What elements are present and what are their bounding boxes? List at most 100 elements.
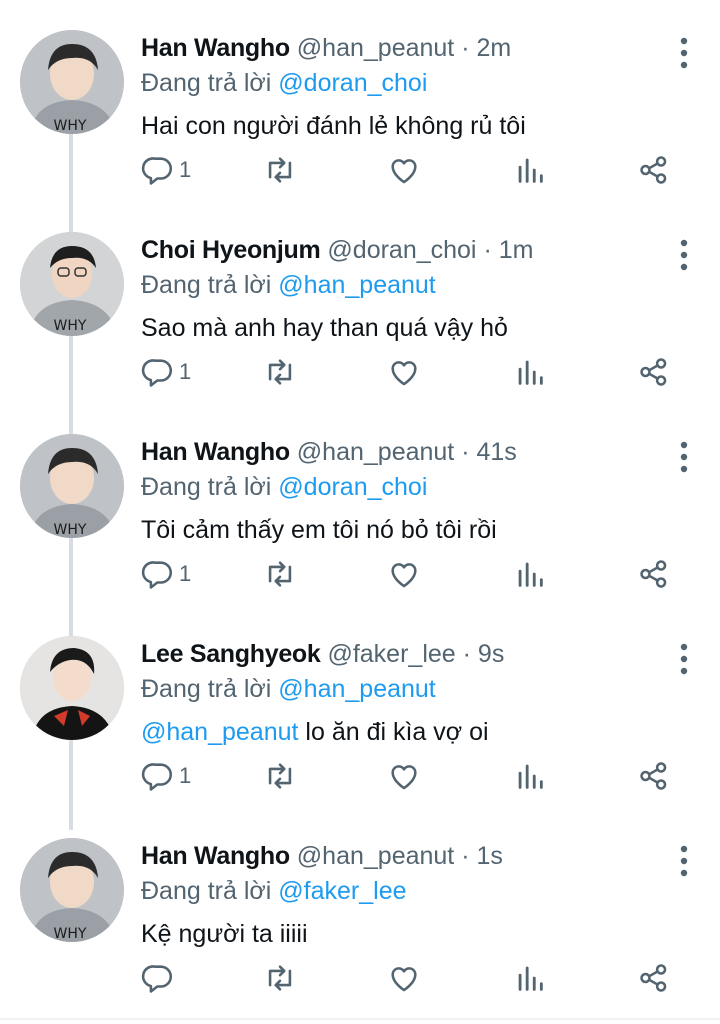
tweet-text-content: Tôi cảm thấy em tôi nó bỏ tôi rồi xyxy=(141,516,497,544)
analytics-icon xyxy=(518,966,543,991)
tweet-text: @han_peanut lo ăn đi kìa vợ oi xyxy=(141,715,660,749)
analytics-button[interactable] xyxy=(513,150,547,190)
author-handle[interactable]: @han_peanut xyxy=(297,34,454,62)
analytics-icon xyxy=(518,158,543,183)
reply-context: Đang trả lời @faker_lee xyxy=(141,874,660,908)
body-mention[interactable]: @han_peanut xyxy=(141,718,298,746)
author-handle[interactable]: @doran_choi xyxy=(327,236,476,264)
reply-button[interactable] xyxy=(141,958,179,998)
analytics-button[interactable] xyxy=(513,554,547,594)
reply-to-mention[interactable]: @doran_choi xyxy=(278,69,427,97)
tweet[interactable]: Lee Sanghyeok @faker_lee · 9s Đang trả l… xyxy=(0,606,720,808)
retweet-icon xyxy=(268,965,292,991)
avatar[interactable]: WHY xyxy=(20,30,124,134)
share-button[interactable] xyxy=(637,554,671,594)
share-button[interactable] xyxy=(637,352,671,392)
svg-text:WHY: WHY xyxy=(54,318,87,334)
reply-icon xyxy=(141,763,173,791)
reply-button[interactable]: 1 xyxy=(141,554,191,594)
share-button[interactable] xyxy=(637,150,671,190)
retweet-button[interactable] xyxy=(263,352,297,392)
share-icon xyxy=(640,964,667,992)
tweet[interactable]: WHY Choi Hyeonjum @doran_choi · 1m Đang … xyxy=(0,202,720,404)
tweet[interactable]: WHY Han Wangho @han_peanut · 2m Đang trả… xyxy=(0,0,720,202)
reply-icon xyxy=(141,157,173,185)
like-icon xyxy=(391,765,417,790)
avatar[interactable] xyxy=(20,636,124,740)
reply-to-mention[interactable]: @han_peanut xyxy=(278,271,435,299)
reply-count: 1 xyxy=(179,561,192,586)
retweet-button[interactable] xyxy=(263,554,297,594)
tweet-text: Kệ người ta iiiii xyxy=(141,917,660,951)
reply-prefix: Đang trả lời xyxy=(141,877,272,905)
avatar[interactable]: WHY xyxy=(20,838,124,942)
timestamp[interactable]: · 1m xyxy=(483,236,533,264)
reply-icon xyxy=(141,359,173,387)
avatar[interactable]: WHY xyxy=(20,434,124,538)
share-icon xyxy=(640,156,667,184)
reply-button[interactable]: 1 xyxy=(141,756,191,796)
tweet[interactable]: WHY Han Wangho @han_peanut · 41s Đang tr… xyxy=(0,404,720,606)
share-icon xyxy=(640,358,667,386)
share-icon xyxy=(640,560,667,588)
tweet[interactable]: WHY Han Wangho @han_peanut · 1s Đang trả… xyxy=(0,808,720,1010)
reply-prefix: Đang trả lời xyxy=(141,271,272,299)
more-vertical-icon[interactable] xyxy=(676,238,692,272)
like-button[interactable] xyxy=(387,958,421,998)
svg-text:WHY: WHY xyxy=(54,118,87,134)
retweet-button[interactable] xyxy=(263,756,297,796)
avatar[interactable]: WHY xyxy=(20,232,124,336)
like-button[interactable] xyxy=(387,352,421,392)
reply-to-mention[interactable]: @doran_choi xyxy=(278,473,427,501)
author-handle[interactable]: @faker_lee xyxy=(327,640,455,668)
like-button[interactable] xyxy=(387,150,421,190)
tweet-text-content: Kệ người ta iiiii xyxy=(141,920,308,948)
like-icon xyxy=(391,967,417,992)
like-icon xyxy=(391,563,417,588)
reply-context: Đang trả lời @doran_choi xyxy=(141,66,660,100)
author-handle[interactable]: @han_peanut xyxy=(297,438,454,466)
author-name[interactable]: Lee Sanghyeok xyxy=(141,640,321,668)
reply-prefix: Đang trả lời xyxy=(141,473,272,501)
more-vertical-icon[interactable] xyxy=(676,440,692,474)
reply-to-mention[interactable]: @faker_lee xyxy=(278,877,406,905)
author-name[interactable]: Han Wangho xyxy=(141,34,290,62)
reply-button[interactable]: 1 xyxy=(141,150,191,190)
more-vertical-icon[interactable] xyxy=(676,642,692,676)
timestamp[interactable]: · 2m xyxy=(461,34,511,62)
retweet-icon xyxy=(268,359,292,385)
author-name[interactable]: Han Wangho xyxy=(141,842,290,870)
tweet-text-content: lo ăn đi kìa vợ oi xyxy=(305,718,489,746)
retweet-button[interactable] xyxy=(263,958,297,998)
reply-to-mention[interactable]: @han_peanut xyxy=(278,675,435,703)
retweet-button[interactable] xyxy=(263,150,297,190)
like-button[interactable] xyxy=(387,554,421,594)
more-vertical-icon[interactable] xyxy=(676,844,692,878)
reply-prefix: Đang trả lời xyxy=(141,675,272,703)
timestamp[interactable]: · 41s xyxy=(461,438,517,466)
like-button[interactable] xyxy=(387,756,421,796)
author-name[interactable]: Choi Hyeonjum xyxy=(141,236,321,264)
analytics-button[interactable] xyxy=(513,756,547,796)
analytics-icon xyxy=(518,360,543,385)
reply-context: Đang trả lời @doran_choi xyxy=(141,470,660,504)
timestamp[interactable]: · 1s xyxy=(461,842,503,870)
tweet-text-content: Sao mà anh hay than quá vậy hỏ xyxy=(141,314,508,342)
share-button[interactable] xyxy=(637,958,671,998)
more-vertical-icon[interactable] xyxy=(676,36,692,70)
timestamp[interactable]: · 9s xyxy=(463,640,505,668)
reply-button[interactable]: 1 xyxy=(141,352,191,392)
share-button[interactable] xyxy=(637,756,671,796)
analytics-icon xyxy=(518,764,543,789)
tweet-text: Tôi cảm thấy em tôi nó bỏ tôi rồi xyxy=(141,513,660,547)
divider xyxy=(0,1018,720,1020)
analytics-button[interactable] xyxy=(513,958,547,998)
like-icon xyxy=(391,159,417,184)
analytics-button[interactable] xyxy=(513,352,547,392)
author-name[interactable]: Han Wangho xyxy=(141,438,290,466)
tweet-text: Hai con người đánh lẻ không rủ tôi xyxy=(141,109,660,143)
author-handle[interactable]: @han_peanut xyxy=(297,842,454,870)
reply-icon xyxy=(141,965,173,993)
share-icon xyxy=(640,762,667,790)
tweet-text-content: Hai con người đánh lẻ không rủ tôi xyxy=(141,112,526,140)
